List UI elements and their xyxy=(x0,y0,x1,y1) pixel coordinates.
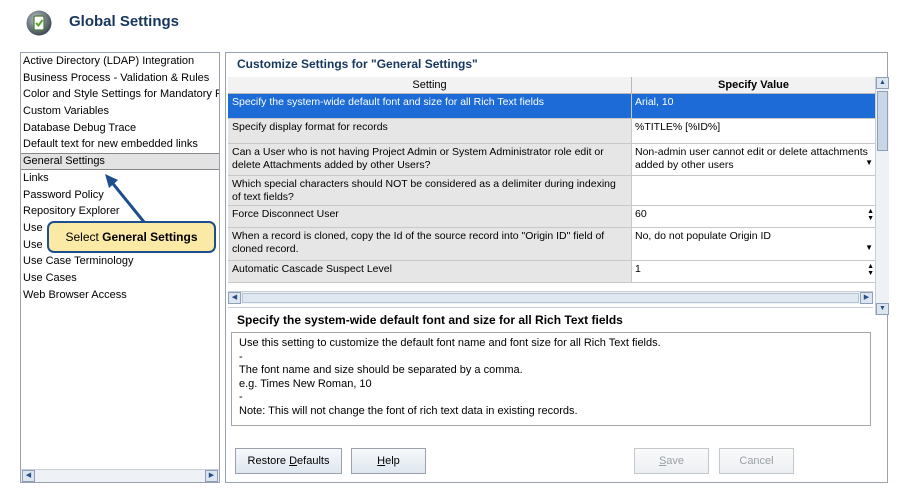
setting-name-cell: Automatic Cascade Suspect Level xyxy=(228,261,632,282)
settings-panel: Customize Settings for "General Settings… xyxy=(225,52,889,483)
description-line: Use this setting to customize the defaul… xyxy=(239,337,661,349)
setting-row[interactable]: Specify the system-wide default font and… xyxy=(228,94,875,119)
category-item[interactable]: Custom Variables xyxy=(21,103,219,120)
horizontal-scroll-thumb[interactable] xyxy=(242,293,859,303)
setting-description: Specify the system-wide default font and… xyxy=(228,307,873,429)
setting-value-text: 1 xyxy=(635,263,641,275)
scroll-down-icon[interactable]: ▼ xyxy=(876,303,889,315)
app-logo-icon xyxy=(26,10,52,36)
category-item[interactable]: Business Process - Validation & Rules xyxy=(21,70,219,87)
description-line: e.g. Times New Roman, 10 xyxy=(239,377,372,390)
restore-label-b: efaults xyxy=(297,455,330,467)
setting-value-text: Non-admin user cannot edit or delete att… xyxy=(635,146,868,171)
left-horizontal-scrollbar[interactable]: ◀ ▶ xyxy=(21,469,219,482)
setting-value-cell[interactable] xyxy=(632,176,875,205)
setting-name-cell: When a record is cloned, copy the Id of … xyxy=(228,228,632,260)
spinner-arrows-icon[interactable]: ▲ ▼ xyxy=(867,208,874,222)
window-title: Global Settings xyxy=(69,13,180,30)
grid-rows: Specify the system-wide default font and… xyxy=(228,94,875,283)
setting-name-cell: Specify the system-wide default font and… xyxy=(228,94,632,118)
setting-value-text: Arial, 10 xyxy=(635,96,674,108)
category-item[interactable]: Active Directory (LDAP) Integration xyxy=(21,53,219,70)
chevron-down-icon[interactable]: ▼ xyxy=(865,157,873,170)
description-title: Specify the system-wide default font and… xyxy=(237,313,623,327)
scroll-right-icon[interactable]: ▶ xyxy=(860,292,873,304)
category-item[interactable]: Web Browser Access xyxy=(21,287,219,304)
description-line: Note: This will not change the font of r… xyxy=(239,404,578,417)
setting-value-cell[interactable]: Arial, 10 xyxy=(632,94,875,118)
scroll-up-icon[interactable]: ▲ xyxy=(876,77,889,89)
category-item[interactable]: Use Cases xyxy=(21,270,219,287)
cancel-button[interactable]: Cancel xyxy=(719,448,794,474)
setting-name-cell: Can a User who is not having Project Adm… xyxy=(228,144,632,175)
scroll-left-icon[interactable]: ◀ xyxy=(22,470,35,482)
scroll-right-icon[interactable]: ▶ xyxy=(205,470,218,482)
setting-value-cell[interactable]: %TITLE% [%ID%] xyxy=(632,119,875,143)
help-label-b: elp xyxy=(385,455,400,467)
panel-title: Customize Settings for "General Settings… xyxy=(237,57,478,71)
setting-row[interactable]: Force Disconnect User 60 ▲ ▼ xyxy=(228,206,875,228)
restore-defaults-button[interactable]: Restore Defaults xyxy=(235,448,342,474)
setting-row[interactable]: Which special characters should NOT be c… xyxy=(228,176,875,206)
setting-row[interactable]: Specify display format for records %TITLE… xyxy=(228,119,875,144)
setting-value-text: %TITLE% [%ID%] xyxy=(635,121,721,133)
grid-vertical-scrollbar[interactable]: ▲ ▼ xyxy=(875,77,889,315)
vertical-scroll-thumb[interactable] xyxy=(877,91,888,151)
description-body: Use this setting to customize the defaul… xyxy=(231,332,871,426)
callout-bold-text: General Settings xyxy=(102,230,198,244)
save-button[interactable]: Save xyxy=(634,448,709,474)
grid-horizontal-scrollbar[interactable]: ◀ ▶ xyxy=(228,291,873,304)
setting-row[interactable]: Can a User who is not having Project Adm… xyxy=(228,144,875,176)
category-item[interactable]: Color and Style Settings for Mandatory F… xyxy=(21,86,219,103)
callout-arrow-icon xyxy=(105,174,146,223)
description-line: - xyxy=(239,391,243,403)
category-item[interactable]: Use Case Terminology xyxy=(21,253,219,270)
category-item[interactable]: Default text for new embedded links xyxy=(21,136,219,153)
restore-label-a: Restore xyxy=(247,455,290,467)
description-line: - xyxy=(239,350,243,363)
setting-name-cell: Specify display format for records xyxy=(228,119,632,143)
setting-value-text: No, do not populate Origin ID xyxy=(635,230,771,242)
settings-grid[interactable]: Setting Specify Value Specify the system… xyxy=(228,77,875,315)
help-button[interactable]: Help xyxy=(351,448,426,474)
setting-name-cell: Force Disconnect User xyxy=(228,206,632,227)
save-label-b: ave xyxy=(666,455,685,467)
instruction-callout: Select General Settings xyxy=(47,221,216,253)
setting-value-cell[interactable]: 60 ▲ ▼ xyxy=(632,206,875,227)
category-item[interactable]: Database Debug Trace xyxy=(21,120,219,137)
settings-category-list[interactable]: Active Directory (LDAP) Integration Busin… xyxy=(20,52,220,483)
restore-label-key: D xyxy=(289,455,298,467)
setting-row[interactable]: When a record is cloned, copy the Id of … xyxy=(228,228,875,261)
chevron-down-icon[interactable]: ▼ xyxy=(865,242,873,255)
setting-row[interactable]: Automatic Cascade Suspect Level 1 ▲ ▼ xyxy=(228,261,875,283)
spinner-arrows-icon[interactable]: ▲ ▼ xyxy=(867,263,874,277)
window-header: Global Settings xyxy=(0,0,900,48)
setting-value-cell[interactable]: Non-admin user cannot edit or delete att… xyxy=(632,144,875,175)
description-line: The font name and size should be separat… xyxy=(239,364,523,376)
column-header-value[interactable]: Specify Value xyxy=(632,77,875,93)
help-label-key: H xyxy=(377,455,386,467)
callout-prefix: Select xyxy=(65,230,103,244)
setting-value-cell[interactable]: 1 ▲ ▼ xyxy=(632,261,875,282)
grid-header: Setting Specify Value xyxy=(228,77,875,94)
setting-value-cell[interactable]: No, do not populate Origin ID ▼ xyxy=(632,228,875,260)
column-header-setting[interactable]: Setting xyxy=(228,77,632,93)
scroll-left-icon[interactable]: ◀ xyxy=(228,292,241,304)
setting-value-text: 60 xyxy=(635,208,647,220)
setting-name-cell: Which special characters should NOT be c… xyxy=(228,176,632,205)
